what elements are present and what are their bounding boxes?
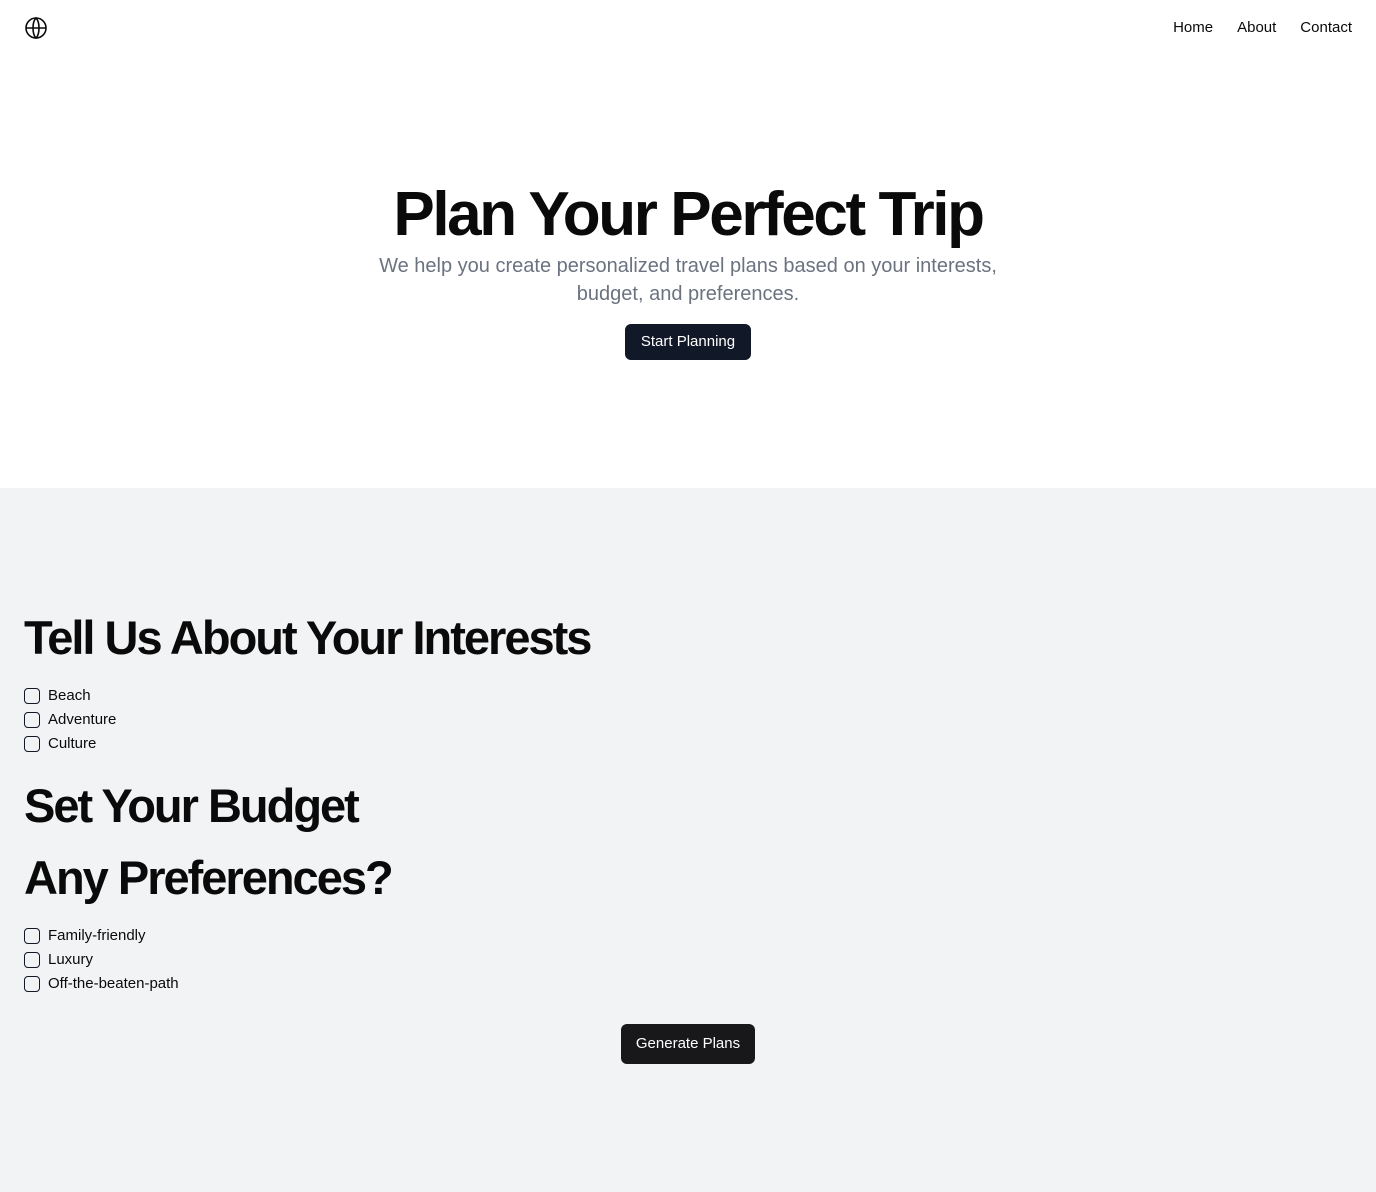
- checkbox-label: Off-the-beaten-path: [48, 975, 179, 992]
- preference-option-luxury[interactable]: Luxury: [24, 948, 179, 972]
- start-planning-button[interactable]: Start Planning: [625, 324, 751, 360]
- preferences-heading: Any Preferences?: [24, 851, 394, 904]
- interest-option-beach[interactable]: Beach: [24, 684, 116, 708]
- nav-link-contact[interactable]: Contact: [1300, 17, 1352, 39]
- checkbox-label: Family-friendly: [48, 927, 146, 944]
- checkbox-label: Beach: [48, 687, 91, 704]
- checkbox[interactable]: [24, 688, 40, 704]
- trip-form-section: Tell Us About Your Interests Beach Adven…: [0, 488, 1376, 1192]
- hero-subtitle: We help you create personalized travel p…: [379, 255, 997, 305]
- checkbox[interactable]: [24, 712, 40, 728]
- preferences-checklist: Family-friendly Luxury Off-the-beaten-pa…: [24, 924, 179, 996]
- checkbox-label: Luxury: [48, 951, 94, 968]
- checkbox-label: Culture: [48, 735, 97, 752]
- preference-option-off-the-beaten-path[interactable]: Off-the-beaten-path: [24, 972, 179, 996]
- checkbox[interactable]: [24, 928, 40, 944]
- top-navbar: Home About Contact: [0, 0, 1376, 56]
- generate-plans-button[interactable]: Generate Plans: [621, 1024, 755, 1064]
- globe-icon[interactable]: [24, 16, 48, 40]
- preference-option-family-friendly[interactable]: Family-friendly: [24, 924, 179, 948]
- hero-title: Plan Your Perfect Trip: [393, 180, 985, 249]
- hero-section: Plan Your Perfect Trip We help you creat…: [0, 56, 1376, 488]
- interests-heading: Tell Us About Your Interests: [24, 611, 592, 664]
- checkbox-label: Adventure: [48, 711, 117, 728]
- checkbox[interactable]: [24, 976, 40, 992]
- budget-heading: Set Your Budget: [24, 779, 360, 832]
- nav-link-home[interactable]: Home: [1173, 17, 1213, 39]
- checkbox[interactable]: [24, 952, 40, 968]
- interests-checklist: Beach Adventure Culture: [24, 684, 116, 756]
- nav-link-about[interactable]: About: [1237, 17, 1276, 39]
- checkbox[interactable]: [24, 736, 40, 752]
- main-nav: Home About Contact: [1173, 17, 1352, 39]
- interest-option-adventure[interactable]: Adventure: [24, 708, 116, 732]
- interest-option-culture[interactable]: Culture: [24, 732, 116, 756]
